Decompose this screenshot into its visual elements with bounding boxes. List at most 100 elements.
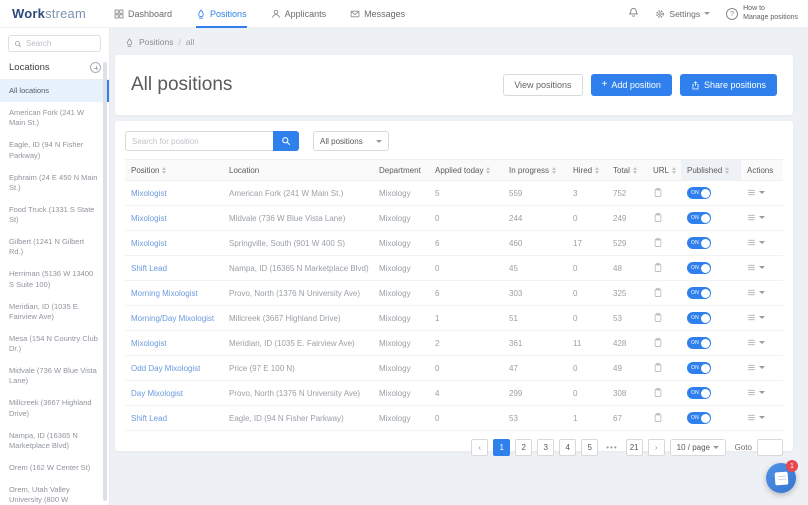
help-button[interactable]: ? How toManage positions	[726, 5, 798, 21]
published-toggle[interactable]: ON	[687, 337, 711, 349]
column-header[interactable]: Position	[125, 160, 223, 180]
position-link[interactable]: Mixologist	[131, 189, 167, 198]
share-positions-button[interactable]: Share positions	[680, 74, 777, 96]
sort-icon[interactable]	[552, 167, 556, 174]
position-link[interactable]: Mixologist	[131, 214, 167, 223]
location-item[interactable]: Gilbert (1241 N Gilbert Rd.)	[0, 231, 109, 263]
sort-icon[interactable]	[595, 167, 599, 174]
notifications-bell-icon[interactable]	[628, 5, 639, 23]
copy-url-icon[interactable]	[653, 287, 663, 298]
copy-url-icon[interactable]	[653, 237, 663, 248]
actions-menu[interactable]	[747, 313, 765, 322]
page-button[interactable]: 5	[581, 439, 598, 456]
position-link[interactable]: Morning Mixologist	[131, 289, 198, 298]
position-link[interactable]: Mixologist	[131, 239, 167, 248]
page-button[interactable]: •••	[603, 439, 620, 456]
page-button[interactable]: 2	[515, 439, 532, 456]
add-position-button[interactable]: +Add position	[591, 74, 672, 96]
goto-page-input[interactable]	[757, 439, 783, 456]
column-header[interactable]: Total	[607, 160, 647, 180]
position-link[interactable]: Morning/Day Mixologist	[131, 314, 214, 323]
position-link[interactable]: Mixologist	[131, 339, 167, 348]
workstream-logo[interactable]: Workstream	[12, 6, 86, 21]
copy-url-icon[interactable]	[653, 412, 663, 423]
published-toggle[interactable]: ON	[687, 237, 711, 249]
location-item[interactable]: Nampa, ID (16365 N Marketplace Blvd)	[0, 425, 109, 457]
actions-menu[interactable]	[747, 413, 765, 422]
actions-menu[interactable]	[747, 388, 765, 397]
sort-icon[interactable]	[486, 167, 490, 174]
location-item[interactable]: Ephraim (24 E 450 N Main St.)	[0, 167, 109, 199]
column-header[interactable]: Actions	[741, 160, 783, 180]
nav-item-messages[interactable]: Messages	[350, 0, 405, 28]
column-header[interactable]: URL	[647, 160, 681, 180]
actions-menu[interactable]	[747, 288, 765, 297]
copy-url-icon[interactable]	[653, 387, 663, 398]
location-item[interactable]: Midvale (736 W Blue Vista Lane)	[0, 360, 109, 392]
published-toggle[interactable]: ON	[687, 287, 711, 299]
position-search-input[interactable]	[125, 131, 273, 151]
location-item[interactable]: All locations	[0, 80, 109, 102]
location-item[interactable]: American Fork (241 W Main St.)	[0, 102, 109, 134]
next-page-button[interactable]: ›	[648, 439, 665, 456]
copy-url-icon[interactable]	[653, 337, 663, 348]
location-item[interactable]: Millcreek (3667 Highland Drive)	[0, 392, 109, 424]
published-toggle[interactable]: ON	[687, 312, 711, 324]
sort-icon[interactable]	[725, 167, 729, 174]
location-item[interactable]: Eagle, ID (94 N Fisher Parkway)	[0, 134, 109, 166]
column-header[interactable]: Location	[223, 160, 373, 180]
page-button[interactable]: 1	[493, 439, 510, 456]
actions-menu[interactable]	[747, 338, 765, 347]
sidebar-search-input[interactable]	[26, 39, 95, 48]
actions-menu[interactable]	[747, 263, 765, 272]
nav-item-applicants[interactable]: Applicants	[271, 0, 327, 28]
sidebar-scrollbar[interactable]	[103, 62, 107, 501]
published-toggle[interactable]: ON	[687, 212, 711, 224]
copy-url-icon[interactable]	[653, 212, 663, 223]
position-link[interactable]: Shift Lead	[131, 264, 167, 273]
page-button[interactable]: 3	[537, 439, 554, 456]
location-item[interactable]: Orem (162 W Center St)	[0, 457, 109, 479]
column-header[interactable]: Hired	[567, 160, 607, 180]
copy-url-icon[interactable]	[653, 187, 663, 198]
column-header[interactable]: In progress	[503, 160, 567, 180]
prev-page-button[interactable]: ‹	[471, 439, 488, 456]
view-positions-button[interactable]: View positions	[503, 74, 582, 96]
copy-url-icon[interactable]	[653, 362, 663, 373]
location-item[interactable]: Mesa (154 N Country Club Dr.)	[0, 328, 109, 360]
actions-menu[interactable]	[747, 363, 765, 372]
location-item[interactable]: Meridian, ID (1035 E. Fairview Ave)	[0, 296, 109, 328]
sort-icon[interactable]	[672, 167, 676, 174]
breadcrumb-section[interactable]: Positions	[139, 37, 174, 47]
actions-menu[interactable]	[747, 188, 765, 197]
copy-url-icon[interactable]	[653, 262, 663, 273]
settings-menu[interactable]: Settings	[655, 9, 710, 19]
positions-filter-select[interactable]: All positions	[313, 131, 389, 151]
add-location-icon[interactable]	[90, 62, 101, 73]
published-toggle[interactable]: ON	[687, 262, 711, 274]
page-size-select[interactable]: 10 / page	[670, 439, 726, 456]
sort-icon[interactable]	[633, 167, 637, 174]
published-toggle[interactable]: ON	[687, 412, 711, 424]
position-link[interactable]: Odd Day Mixologist	[131, 364, 200, 373]
page-button[interactable]: 21	[626, 439, 643, 456]
location-item[interactable]: Herriman (5136 W 13400 S Suite 100)	[0, 263, 109, 295]
published-toggle[interactable]: ON	[687, 387, 711, 399]
chat-launcher[interactable]: 1	[766, 463, 796, 493]
actions-menu[interactable]	[747, 213, 765, 222]
position-link[interactable]: Day Mixologist	[131, 389, 183, 398]
search-button[interactable]	[273, 131, 299, 151]
column-header[interactable]: Department	[373, 160, 429, 180]
sort-icon[interactable]	[162, 167, 166, 174]
location-item[interactable]: Food Truck (1331 S State St)	[0, 199, 109, 231]
copy-url-icon[interactable]	[653, 312, 663, 323]
actions-menu[interactable]	[747, 238, 765, 247]
location-item[interactable]: Orem, Utah Valley University (800 W Univ…	[0, 479, 109, 505]
page-button[interactable]: 4	[559, 439, 576, 456]
published-toggle[interactable]: ON	[687, 362, 711, 374]
column-header[interactable]: Published	[681, 160, 741, 180]
nav-item-positions[interactable]: Positions	[196, 0, 247, 28]
published-toggle[interactable]: ON	[687, 187, 711, 199]
nav-item-dashboard[interactable]: Dashboard	[114, 0, 172, 28]
position-link[interactable]: Shift Lead	[131, 414, 167, 423]
